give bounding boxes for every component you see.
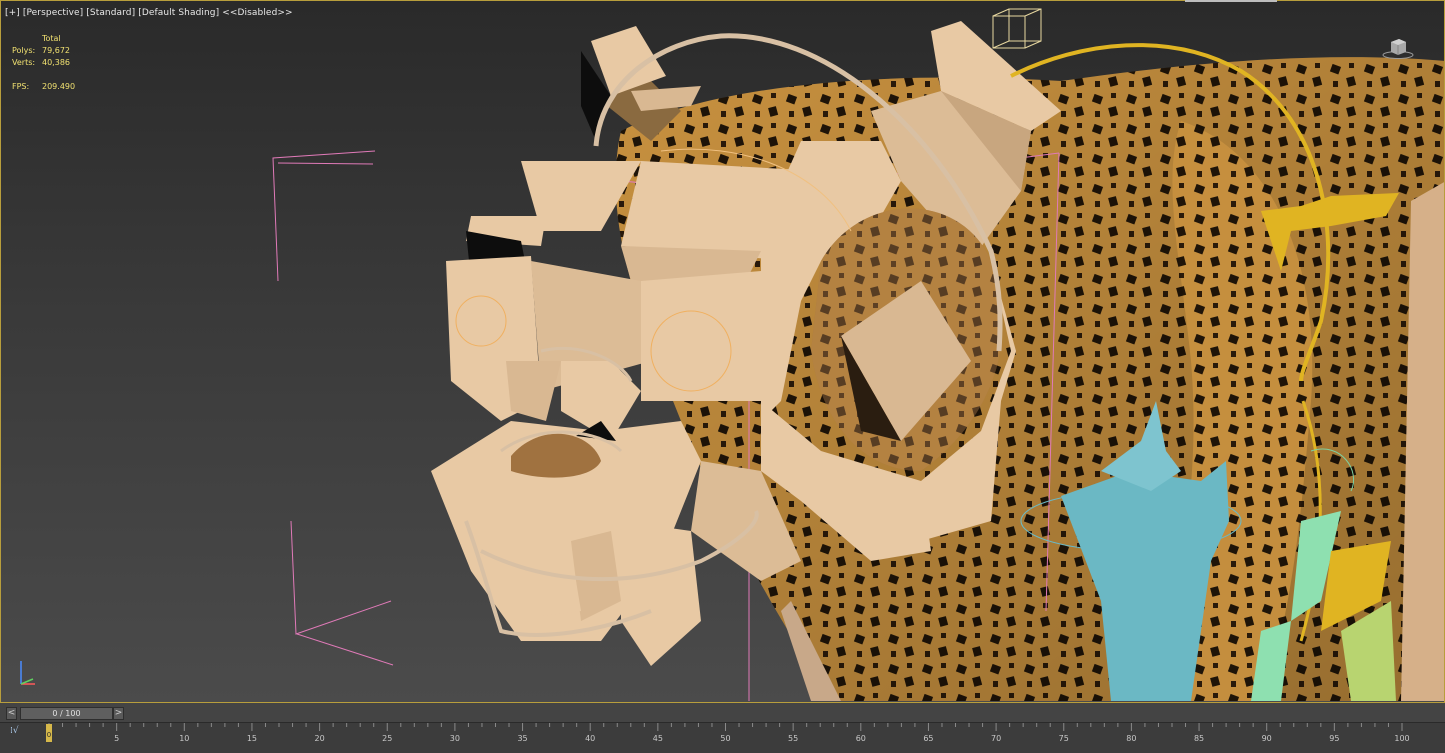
fps-value: 209.490 — [42, 82, 76, 91]
ruler-label: 45 — [653, 734, 663, 743]
frame-ruler[interactable]: 5 10 15 20 25 30 35 40 45 50 55 60 65 70 75 80 85 90 95 100… — [0, 723, 1445, 753]
ruler-label: 20 — [315, 734, 325, 743]
ruler-label: 15 — [247, 734, 257, 743]
viewport-view-menu[interactable]: [Perspective] — [23, 8, 83, 18]
ruler-label: 40 — [585, 734, 595, 743]
trackbar[interactable]: ⁞√ 5 10 15 20 25 30 35 40 45 50 55 60 65 70 75 80 85 90 95… — [0, 722, 1445, 753]
axis-tripod-icon — [20, 661, 35, 685]
viewport-mode-menu[interactable]: [Standard] — [86, 8, 135, 18]
viewport-plus-menu[interactable]: [+] — [5, 8, 20, 18]
perspective-viewport[interactable]: [+] [Perspective] [Standard] [Default Sh… — [0, 0, 1445, 703]
ruler-label: 95 — [1329, 734, 1339, 743]
statistics-overlay: Total Polys: 79,672 Verts: 40,386 FPS: 209.… — [12, 33, 75, 93]
ruler-label: 55 — [788, 734, 798, 743]
viewport-label: [+] [Perspective] [Standard] [Default Sh… — [5, 8, 293, 18]
ruler-label: 80 — [1126, 734, 1136, 743]
top-strip — [1185, 0, 1277, 2]
verts-label: Verts: — [12, 58, 36, 67]
ruler-label: 100 — [1394, 734, 1409, 743]
prev-frame-button[interactable]: < — [6, 707, 17, 720]
next-frame-button[interactable]: > — [113, 707, 124, 720]
ruler-label: 35 — [517, 734, 527, 743]
time-slider[interactable]: < 0 / 100 > — [6, 707, 124, 720]
polys-label: Polys: — [12, 46, 36, 55]
ruler-label: 60 — [856, 734, 866, 743]
helper-box-icon — [992, 8, 1042, 49]
ruler-label: 30 — [450, 734, 460, 743]
polys-value: 79,672 — [42, 46, 70, 55]
stats-header: Total — [42, 34, 61, 43]
ruler-label: 90 — [1262, 734, 1272, 743]
viewport-shading-menu[interactable]: [Default Shading] — [138, 8, 219, 18]
scene-render[interactable] — [1, 1, 1445, 703]
ruler-label: 50 — [720, 734, 730, 743]
ruler-label: 70 — [991, 734, 1001, 743]
fps-label: FPS: — [12, 82, 30, 91]
current-frame-label: 0 — [47, 731, 51, 739]
ruler-label: 25 — [382, 734, 392, 743]
verts-value: 40,386 — [42, 58, 70, 67]
ruler-label: 65 — [923, 734, 933, 743]
time-slider-thumb[interactable]: 0 / 100 — [20, 707, 113, 720]
ruler-label: 5 — [114, 734, 119, 743]
ruler-label: 10 — [179, 734, 189, 743]
ruler-label: 85 — [1194, 734, 1204, 743]
ruler-label: 75 — [1059, 734, 1069, 743]
viewcube-icon[interactable] — [1382, 37, 1414, 59]
viewport-disabled-menu[interactable]: <<Disabled>> — [222, 8, 292, 18]
